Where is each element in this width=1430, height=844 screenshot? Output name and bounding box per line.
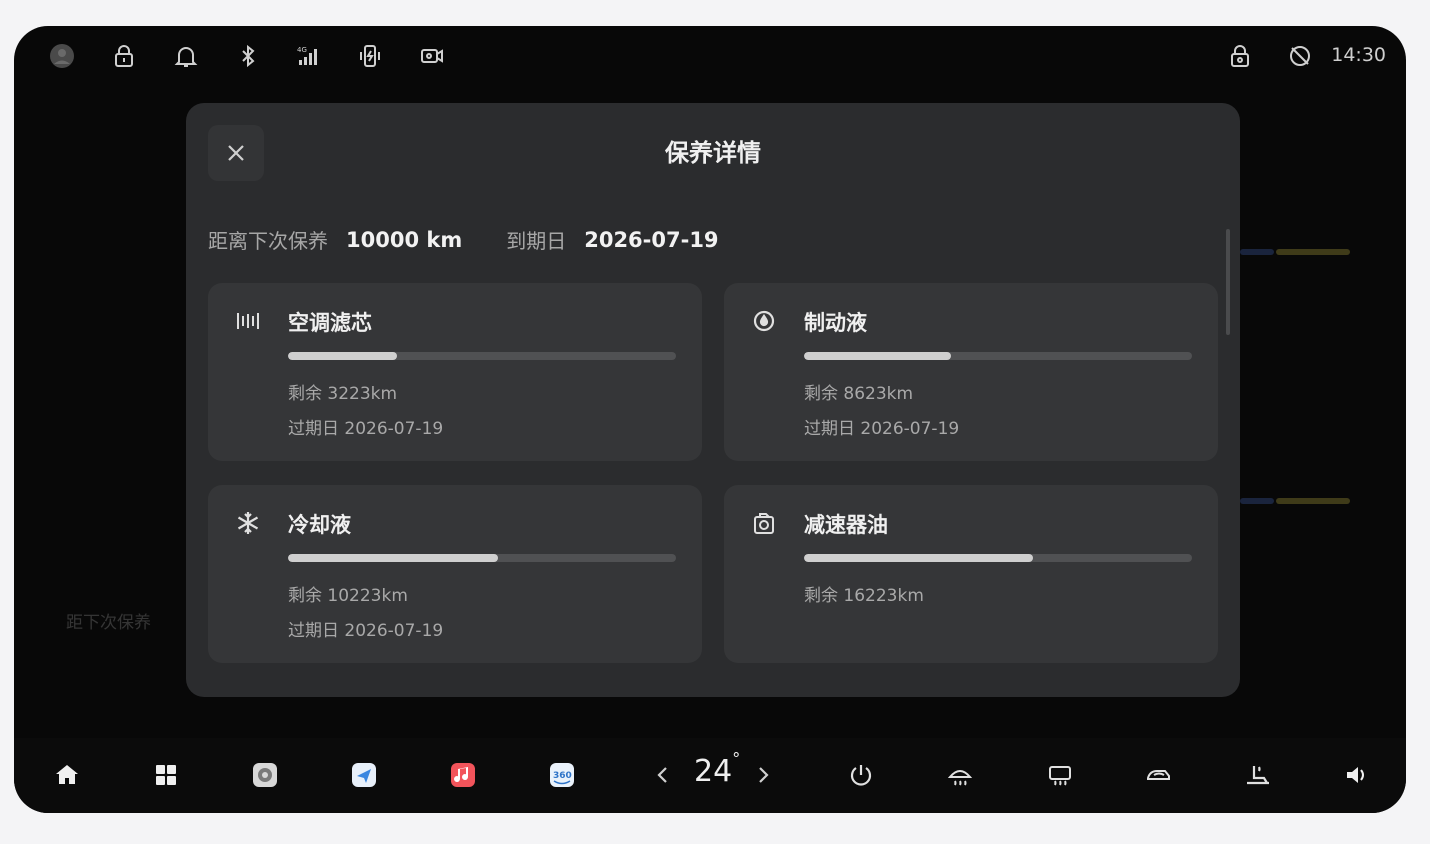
- item-progress-track: [804, 352, 1192, 360]
- item-remaining: 剩余 8623km: [804, 384, 914, 404]
- item-progress-track: [804, 554, 1192, 562]
- item-name: 冷却液: [288, 513, 351, 537]
- svg-text:360: 360: [553, 771, 572, 781]
- bg-progress-segment: [1240, 498, 1274, 504]
- gear-oil-icon: [750, 509, 778, 537]
- item-progress-fill: [804, 352, 952, 360]
- brake-fluid-icon: [750, 307, 778, 335]
- bg-progress-segment: [1240, 249, 1274, 255]
- phone-charging-icon[interactable]: [356, 42, 384, 70]
- temperature-value: 24: [694, 754, 733, 789]
- item-expiry: 过期日 2026-07-19: [804, 419, 960, 439]
- item-expiry: 过期日 2026-07-19: [288, 621, 444, 641]
- maintenance-item-card[interactable]: 减速器油 剩余 16223km: [724, 485, 1218, 663]
- due-date-label: 到期日: [506, 229, 567, 253]
- bluetooth-icon[interactable]: [234, 42, 262, 70]
- bg-next-service-label: 距下次保养: [66, 613, 151, 633]
- maintenance-detail-dialog: 保养详情 距离下次保养 10000 km 到期日 2026-07-19 空调滤芯…: [186, 103, 1240, 697]
- item-remaining: 剩余 16223km: [804, 586, 924, 606]
- volume-icon[interactable]: [1342, 760, 1372, 790]
- rear-defrost-icon[interactable]: [1045, 760, 1075, 790]
- item-name: 减速器油: [804, 513, 888, 537]
- camera-360-app-icon[interactable]: 360: [547, 760, 577, 790]
- home-icon[interactable]: [52, 760, 82, 790]
- lock-icon[interactable]: [110, 42, 138, 70]
- svg-text:4G: 4G: [297, 46, 307, 54]
- steering-off-icon[interactable]: [1286, 42, 1314, 70]
- air-circulation-icon[interactable]: [1144, 760, 1174, 790]
- app-grid-icon[interactable]: [151, 760, 181, 790]
- maintenance-summary: 距离下次保养 10000 km 到期日 2026-07-19: [208, 225, 763, 254]
- coolant-icon: [234, 509, 262, 537]
- temperature-display: 24°: [694, 749, 740, 789]
- item-progress-track: [288, 352, 676, 360]
- maintenance-item-card[interactable]: 空调滤芯 剩余 3223km 过期日 2026-07-19: [208, 283, 702, 461]
- settings-app-icon[interactable]: [250, 760, 280, 790]
- item-progress-fill: [288, 352, 397, 360]
- item-progress-fill: [804, 554, 1033, 562]
- dashcam-icon[interactable]: [418, 42, 446, 70]
- signal-4g-icon: 4G: [294, 42, 322, 70]
- due-date-value: 2026-07-19: [584, 227, 719, 252]
- temp-increase-icon[interactable]: [748, 760, 778, 790]
- item-progress-track: [288, 554, 676, 562]
- front-defrost-icon[interactable]: [945, 760, 975, 790]
- air-filter-icon: [234, 307, 262, 335]
- item-remaining: 剩余 3223km: [288, 384, 398, 404]
- dialog-title: 保养详情: [665, 139, 761, 167]
- clock: 14:30: [1331, 44, 1386, 66]
- maintenance-item-card[interactable]: 冷却液 剩余 10223km 过期日 2026-07-19: [208, 485, 702, 663]
- item-progress-fill: [288, 554, 498, 562]
- item-expiry: 过期日 2026-07-19: [288, 419, 444, 439]
- navigation-app-icon[interactable]: [349, 760, 379, 790]
- scrollbar[interactable]: [1226, 229, 1230, 335]
- item-name: 制动液: [804, 311, 867, 335]
- bg-progress-segment: [1276, 249, 1350, 255]
- degree-symbol: °: [732, 749, 741, 768]
- music-app-icon[interactable]: [448, 760, 478, 790]
- avatar[interactable]: [48, 42, 76, 70]
- temp-decrease-icon[interactable]: [648, 760, 678, 790]
- seat-heating-icon[interactable]: [1243, 760, 1273, 790]
- bottom-dock: 360 24°: [14, 738, 1406, 813]
- distance-label: 距离下次保养: [208, 229, 328, 253]
- child-lock-icon[interactable]: [1226, 42, 1254, 70]
- distance-value: 10000 km: [346, 227, 463, 252]
- bell-icon[interactable]: [172, 42, 200, 70]
- item-remaining: 剩余 10223km: [288, 586, 408, 606]
- car-screen: 4G 14:30 距下次保养 保养详情 距离下次保养 10000 km 到期日 …: [14, 26, 1406, 813]
- bg-progress-segment: [1276, 498, 1350, 504]
- item-name: 空调滤芯: [288, 311, 372, 335]
- maintenance-item-card[interactable]: 制动液 剩余 8623km 过期日 2026-07-19: [724, 283, 1218, 461]
- climate-power-icon[interactable]: [846, 760, 876, 790]
- status-bar: 4G 14:30: [14, 26, 1406, 88]
